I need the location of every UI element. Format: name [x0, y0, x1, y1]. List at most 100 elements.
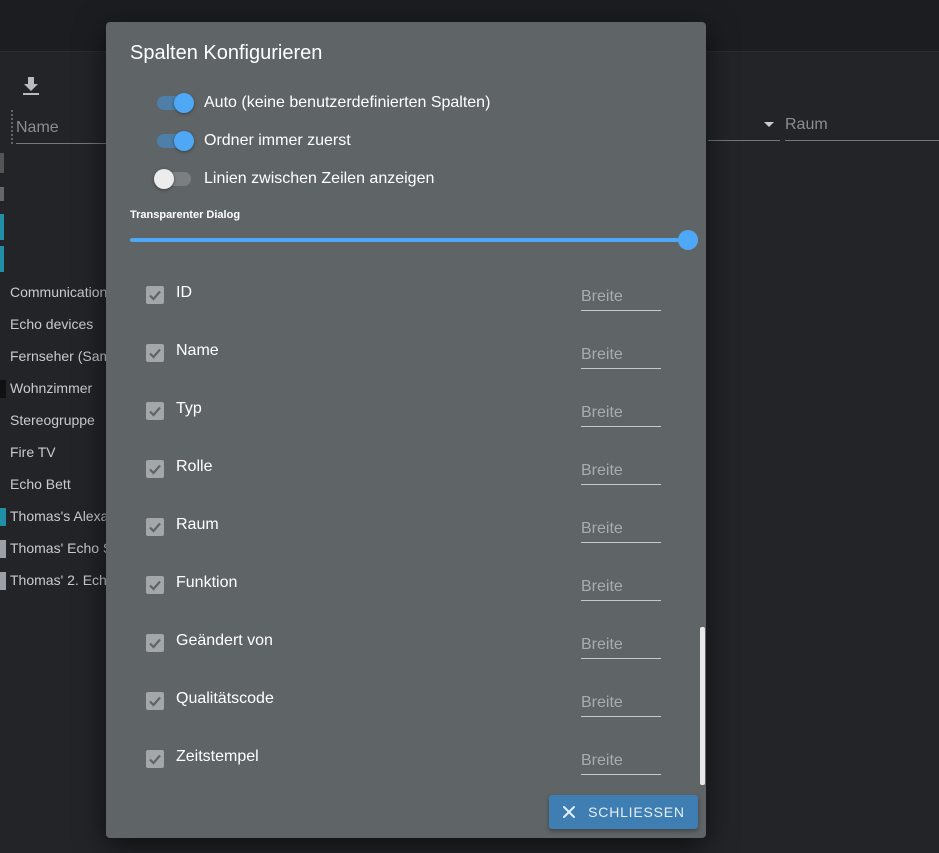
slider-thumb[interactable] — [678, 230, 698, 250]
tree-item-label: Echo devices — [10, 316, 94, 332]
column-width-input[interactable] — [581, 338, 661, 369]
device-icon — [0, 572, 6, 590]
column-width-input[interactable] — [581, 744, 661, 775]
tree-item[interactable]: Echo devices — [0, 308, 106, 340]
tree-item[interactable]: Thomas' Echo Show — [0, 532, 106, 564]
slider-rail — [130, 238, 688, 242]
room-filter-input[interactable]: Raum — [785, 112, 939, 141]
column-label: Geändert von — [176, 632, 273, 649]
column-row: Rolle — [106, 440, 706, 498]
checkmark-icon — [149, 580, 161, 591]
device-icon — [0, 540, 6, 558]
column-row: Geändert von — [106, 614, 706, 672]
switch-thumb — [154, 169, 174, 189]
toggle-switch[interactable] — [154, 88, 194, 118]
column-width-input[interactable] — [581, 512, 661, 543]
column-label: Zeitstempel — [176, 748, 259, 765]
column-width-input[interactable] — [581, 280, 661, 311]
column-checkbox[interactable] — [146, 634, 164, 652]
switch-row: Ordner immer zuerst — [154, 126, 351, 156]
column-checkbox[interactable] — [146, 402, 164, 420]
column-label: Name — [176, 342, 219, 359]
tree-line-marker — [0, 153, 4, 173]
column-width-input[interactable] — [581, 396, 661, 427]
switch-thumb — [174, 131, 194, 151]
column-row: Name — [106, 324, 706, 382]
column-checkbox[interactable] — [146, 460, 164, 478]
tree-item[interactable]: Communication — [0, 276, 106, 308]
tree-item[interactable]: Echo Bett — [0, 468, 106, 500]
column-width-input[interactable] — [581, 686, 661, 717]
column-width-input[interactable] — [581, 628, 661, 659]
column-resize-handle[interactable] — [11, 110, 14, 144]
dialog-title: Spalten Konfigurieren — [130, 42, 323, 64]
column-label: Raum — [176, 516, 219, 533]
switch-label: Linien zwischen Zeilen anzeigen — [204, 170, 435, 187]
toggle-switch[interactable] — [154, 126, 194, 156]
column-width-input[interactable] — [581, 570, 661, 601]
switch-thumb — [174, 93, 194, 113]
close-button[interactable]: SCHLIESSEN — [549, 795, 698, 829]
tree-line-marker — [0, 187, 4, 201]
column-checkbox[interactable] — [146, 344, 164, 362]
tree-item[interactable]: Stereogruppe — [0, 404, 106, 436]
column-config-dialog: Spalten Konfigurieren Auto (keine benutz… — [106, 22, 706, 838]
column-label: Typ — [176, 400, 202, 417]
tree-item-label: Thomas' 2. Echo — [10, 572, 106, 588]
column-list: ID Name Typ Rolle Raum Funktion Geändert von Qu… — [106, 266, 706, 788]
column-checkbox[interactable] — [146, 576, 164, 594]
column-row: Raum — [106, 498, 706, 556]
column-checkbox[interactable] — [146, 518, 164, 536]
toggle-switch[interactable] — [154, 164, 194, 194]
selected-row-marker — [0, 214, 4, 240]
switch-label: Ordner immer zuerst — [204, 132, 351, 149]
checkmark-icon — [149, 696, 161, 707]
checkmark-icon — [149, 638, 161, 649]
download-icon[interactable] — [22, 76, 40, 96]
checkmark-icon — [149, 522, 161, 533]
tree-item-label: Fire TV — [10, 444, 56, 460]
switch-row: Linien zwischen Zeilen anzeigen — [154, 164, 434, 194]
column-label: Rolle — [176, 458, 213, 475]
close-button-label: SCHLIESSEN — [588, 804, 685, 820]
column-checkbox[interactable] — [146, 692, 164, 710]
column-label: ID — [176, 284, 192, 301]
tree-item-label: Thomas' Echo Show — [10, 540, 106, 556]
tree-item-label: Wohnzimmer — [10, 380, 93, 396]
device-icon — [0, 508, 6, 526]
tree-item-label: Stereogruppe — [10, 412, 95, 428]
transparency-slider-label: Transparenter Dialog — [130, 209, 241, 221]
role-filter-dropdown[interactable] — [708, 112, 780, 141]
tree-item[interactable]: Fernseher (Samsung) — [0, 340, 106, 372]
chevron-down-icon — [764, 122, 774, 127]
column-row: Zeitstempel — [106, 730, 706, 788]
name-filter-input[interactable]: Name — [16, 113, 108, 144]
column-row: Qualitätscode — [106, 672, 706, 730]
tree-item[interactable]: Fire TV — [0, 436, 106, 468]
checkmark-icon — [149, 348, 161, 359]
transparency-slider[interactable] — [130, 228, 698, 252]
column-label: Funktion — [176, 574, 238, 591]
checkmark-icon — [149, 754, 161, 765]
column-label: Qualitätscode — [176, 690, 274, 707]
checkmark-icon — [149, 464, 161, 475]
dialog-scrollbar[interactable] — [700, 627, 705, 785]
device-icon — [0, 380, 6, 398]
tree-item-label: Thomas's Alexa — [10, 508, 106, 524]
column-row: Typ — [106, 382, 706, 440]
tree-item[interactable]: Wohnzimmer — [0, 372, 106, 404]
switch-label: Auto (keine benutzerdefinierten Spalten) — [204, 94, 491, 111]
column-row: ID — [106, 266, 706, 324]
tree-item-label: Fernseher (Samsung) — [10, 348, 106, 364]
checkmark-icon — [149, 290, 161, 301]
object-tree-list: Communication Echo devices Fernseher (Sams… — [0, 276, 106, 596]
checkmark-icon — [149, 406, 161, 417]
tree-item[interactable]: Thomas's Alexa — [0, 500, 106, 532]
column-checkbox[interactable] — [146, 750, 164, 768]
tree-item-label: Echo Bett — [10, 476, 71, 492]
column-checkbox[interactable] — [146, 286, 164, 304]
tree-item[interactable]: Thomas' 2. Echo — [0, 564, 106, 596]
close-icon — [563, 806, 576, 818]
selected-row-marker — [0, 246, 4, 272]
column-width-input[interactable] — [581, 454, 661, 485]
